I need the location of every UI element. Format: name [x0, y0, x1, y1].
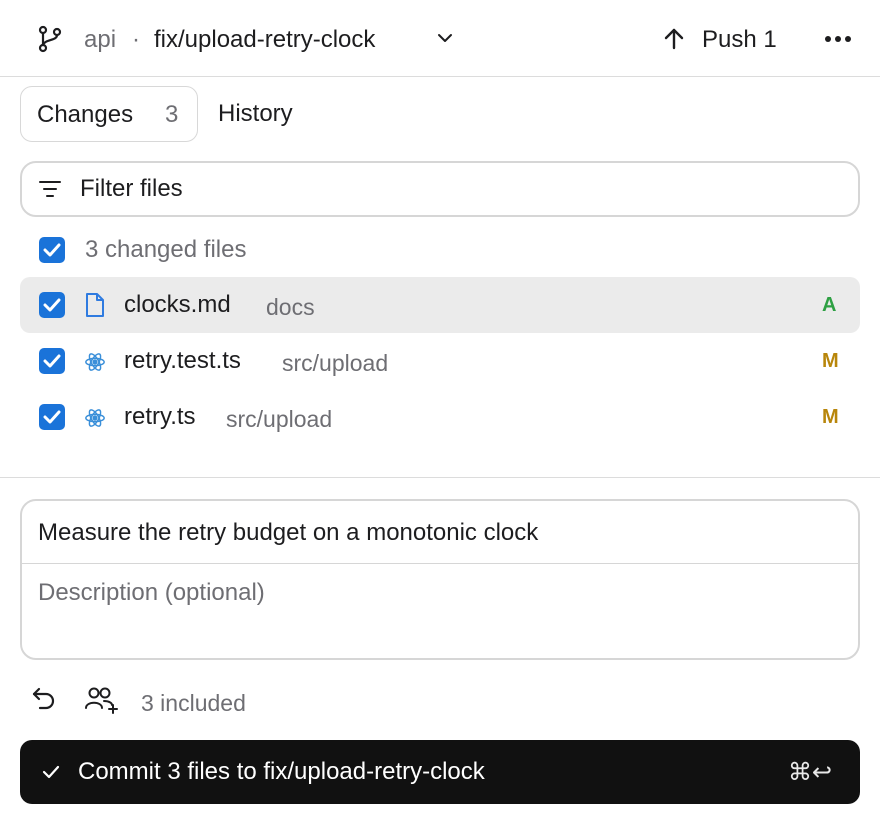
- tab-changes-count: 3: [165, 101, 179, 128]
- section-divider: [0, 477, 880, 478]
- branch-selector[interactable]: fix/upload-retry-clock: [154, 25, 375, 55]
- commit-message-divider: [22, 563, 858, 564]
- undo-icon[interactable]: [31, 686, 57, 712]
- tab-changes[interactable]: Changes 3: [20, 86, 198, 142]
- commit-button-label: Commit 3 files to fix/upload-retry-clock: [78, 758, 485, 785]
- react-icon: [85, 353, 105, 371]
- checkmark-icon: [42, 765, 60, 779]
- checkmark-icon: [43, 410, 61, 424]
- checkmark-icon: [43, 298, 61, 312]
- commit-button[interactable]: Commit 3 files to fix/upload-retry-clock…: [20, 740, 860, 804]
- file-directory: src/upload: [282, 350, 389, 376]
- file-status-badge: A: [822, 294, 837, 316]
- file-directory: docs: [266, 294, 315, 320]
- repository-name[interactable]: api: [84, 25, 116, 55]
- git-branch-icon: [38, 25, 62, 53]
- select-all-checkbox[interactable]: [39, 237, 65, 263]
- file-directory: src/upload: [226, 406, 333, 432]
- commit-description-input[interactable]: [38, 579, 838, 639]
- arrow-up-icon[interactable]: [663, 27, 685, 51]
- filter-files-box: [20, 161, 860, 217]
- file-checkbox[interactable]: [39, 348, 65, 374]
- tab-history[interactable]: History: [218, 100, 293, 128]
- filter-files-input[interactable]: [80, 173, 820, 205]
- file-checkbox[interactable]: [39, 292, 65, 318]
- file-name: retry.test.ts: [124, 347, 241, 374]
- file-name: retry.ts: [124, 403, 196, 430]
- file-icon: [86, 293, 104, 317]
- included-count: 3 included: [141, 690, 246, 716]
- tab-changes-label: Changes: [37, 101, 134, 128]
- file-row[interactable]: retry.ts src/upload M: [20, 389, 860, 445]
- top-bar: api · fix/upload-retry-clock Push 1: [0, 0, 880, 77]
- more-options-icon[interactable]: [824, 35, 852, 43]
- checkmark-icon: [43, 354, 61, 368]
- react-icon: [85, 409, 105, 427]
- changed-files-count: 3 changed files: [85, 236, 247, 263]
- file-row[interactable]: retry.test.ts src/upload M: [20, 333, 860, 389]
- file-name: clocks.md: [124, 291, 231, 318]
- keyboard-shortcut: ⌘↩: [788, 758, 833, 786]
- header-separator: ·: [132, 26, 140, 53]
- file-checkbox[interactable]: [39, 404, 65, 430]
- commit-message-box: [20, 499, 860, 660]
- file-status-badge: M: [822, 406, 839, 428]
- file-row[interactable]: clocks.md docs A: [20, 277, 860, 333]
- chevron-down-icon[interactable]: [436, 31, 454, 45]
- commit-summary-input[interactable]: [38, 517, 838, 549]
- add-coauthor-icon[interactable]: [85, 686, 119, 714]
- filter-icon: [39, 181, 61, 197]
- push-button[interactable]: Push 1: [702, 25, 777, 55]
- checkmark-icon: [43, 243, 61, 257]
- file-status-badge: M: [822, 350, 839, 372]
